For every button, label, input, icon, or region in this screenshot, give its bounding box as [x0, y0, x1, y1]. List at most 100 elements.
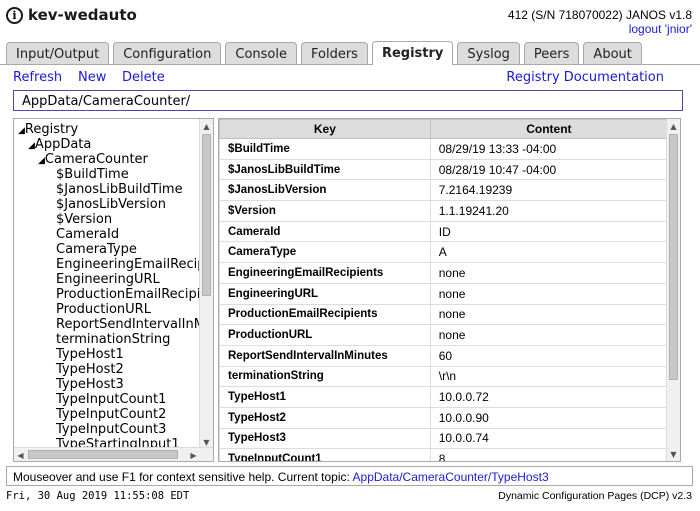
table-row[interactable]: ProductionEmailRecipients none: [219, 303, 669, 326]
table-row[interactable]: $BuildTime 08/29/19 13:33 -04:00: [219, 138, 669, 160]
tree-vertical-scrollbar[interactable]: ▲ ▼: [199, 119, 213, 449]
row-key[interactable]: $Version: [219, 200, 431, 222]
row-content[interactable]: 08/28/19 10:47 -04:00: [429, 158, 669, 181]
row-content[interactable]: 1.1.19241.20: [429, 200, 669, 222]
row-content[interactable]: 10.0.0.90: [429, 406, 669, 429]
new-button[interactable]: New: [78, 70, 106, 85]
row-key[interactable]: ProductionURL: [219, 324, 431, 346]
scroll-thumb[interactable]: [202, 134, 211, 296]
row-key[interactable]: TypeInputCount1: [219, 448, 431, 461]
tree-horizontal-scrollbar[interactable]: ◀ ▶: [14, 447, 213, 461]
delete-button[interactable]: Delete: [122, 70, 165, 85]
tab-configuration[interactable]: Configuration: [113, 42, 222, 65]
scroll-up-arrow-icon[interactable]: ▲: [667, 119, 680, 133]
row-content[interactable]: \r\n: [429, 365, 669, 388]
scroll-thumb[interactable]: [669, 134, 678, 380]
row-content[interactable]: ID: [429, 220, 669, 243]
tree-item[interactable]: ReportSendIntervalInMi: [56, 317, 209, 332]
table-row[interactable]: $JanosLibBuildTime 08/28/19 10:47 -04:00: [219, 158, 669, 181]
row-key[interactable]: terminationString: [219, 365, 431, 388]
tab-peers[interactable]: Peers: [523, 42, 580, 65]
scroll-up-arrow-icon[interactable]: ▲: [200, 119, 213, 133]
expanded-triangle-icon[interactable]: ◢: [28, 141, 35, 151]
table-row[interactable]: terminationString \r\n: [219, 365, 669, 388]
tab-registry[interactable]: Registry: [371, 41, 454, 65]
row-content[interactable]: A: [429, 241, 669, 264]
table-row[interactable]: $Version 1.1.19241.20: [219, 200, 669, 222]
registry-tree[interactable]: ◢Registry ◢AppData ◢CameraCounter $BuildTim…: [13, 118, 214, 462]
expanded-triangle-icon[interactable]: ◢: [18, 126, 25, 136]
tab-syslog[interactable]: Syslog: [457, 42, 520, 65]
registry-documentation-link[interactable]: Registry Documentation: [506, 70, 664, 85]
tree-folder[interactable]: ◢CameraCounter: [38, 152, 148, 167]
tree-item[interactable]: TypeHost2: [56, 362, 124, 377]
row-key[interactable]: $BuildTime: [219, 138, 431, 160]
row-key[interactable]: TypeHost3: [219, 427, 431, 450]
tree-item[interactable]: TypeInputCount3: [56, 422, 166, 437]
tree-item[interactable]: TypeHost3: [56, 377, 124, 392]
tab-about[interactable]: About: [583, 42, 642, 65]
row-content[interactable]: 7.2164.19239: [429, 179, 669, 202]
tree-item[interactable]: TypeInputCount1: [56, 392, 166, 407]
refresh-button[interactable]: Refresh: [13, 70, 62, 85]
tree-item[interactable]: EngineeringEmailRecipie: [56, 257, 213, 272]
tab-folders[interactable]: Folders: [300, 42, 368, 65]
row-key[interactable]: $JanosLibVersion: [219, 179, 431, 202]
table-row[interactable]: CameraType A: [219, 241, 669, 264]
table-row[interactable]: TypeInputCount1 8: [219, 448, 669, 461]
tree-folder[interactable]: ◢AppData: [28, 137, 91, 152]
row-content[interactable]: 10.0.0.74: [429, 427, 669, 450]
tree-item[interactable]: TypeInputCount2: [56, 407, 166, 422]
table-row[interactable]: TypeHost1 10.0.0.72: [219, 386, 669, 408]
tree-item[interactable]: ProductionURL: [56, 302, 151, 317]
row-key[interactable]: ProductionEmailRecipients: [219, 303, 431, 326]
row-content[interactable]: 60: [429, 344, 669, 367]
table-row[interactable]: ReportSendIntervalInMinutes 60: [219, 344, 669, 367]
table-row[interactable]: ProductionURL none: [219, 324, 669, 346]
scroll-left-arrow-icon[interactable]: ◀: [14, 448, 27, 461]
tree-item[interactable]: CameraType: [56, 242, 137, 257]
row-key[interactable]: EngineeringEmailRecipients: [219, 262, 431, 284]
scroll-thumb[interactable]: [28, 450, 178, 459]
tree-item[interactable]: EngineeringURL: [56, 272, 160, 287]
row-key[interactable]: $JanosLibBuildTime: [219, 158, 431, 181]
row-key[interactable]: TypeHost1: [219, 386, 431, 408]
registry-path-input[interactable]: AppData/CameraCounter/: [13, 90, 683, 111]
tree-item[interactable]: $BuildTime: [56, 167, 129, 182]
tree-item[interactable]: $Version: [56, 212, 112, 227]
scroll-down-arrow-icon[interactable]: ▼: [667, 447, 680, 461]
row-content[interactable]: none: [429, 324, 669, 346]
table-row[interactable]: $JanosLibVersion 7.2164.19239: [219, 179, 669, 202]
row-content[interactable]: none: [429, 262, 669, 284]
tree-item[interactable]: terminationString: [56, 332, 170, 347]
row-content[interactable]: 8: [429, 448, 669, 461]
expanded-triangle-icon[interactable]: ◢: [38, 156, 45, 166]
tree-item[interactable]: TypeHost1: [56, 347, 124, 362]
tree-item[interactable]: $JanosLibBuildTime: [56, 182, 183, 197]
table-vertical-scrollbar[interactable]: ▲ ▼: [666, 119, 680, 461]
table-row[interactable]: EngineeringEmailRecipients none: [219, 262, 669, 284]
row-content[interactable]: 10.0.0.72: [429, 386, 669, 408]
table-row[interactable]: EngineeringURL none: [219, 282, 669, 305]
row-key[interactable]: CameraType: [219, 241, 431, 264]
tree-folder[interactable]: ◢Registry: [18, 122, 78, 137]
current-topic-link[interactable]: AppData/CameraCounter/TypeHost3: [353, 470, 549, 484]
table-row[interactable]: CameraId ID: [219, 220, 669, 243]
tree-item[interactable]: $JanosLibVersion: [56, 197, 166, 212]
row-content[interactable]: none: [429, 303, 669, 326]
row-key[interactable]: ReportSendIntervalInMinutes: [219, 344, 431, 367]
table-row[interactable]: TypeHost2 10.0.0.90: [219, 406, 669, 429]
tab-input-output[interactable]: Input/Output: [6, 42, 110, 65]
tab-console[interactable]: Console: [225, 42, 297, 65]
row-key[interactable]: CameraId: [219, 220, 431, 243]
row-content[interactable]: none: [429, 282, 669, 305]
row-key[interactable]: TypeHost2: [219, 406, 431, 429]
tree-item[interactable]: CameraId: [56, 227, 119, 242]
logout-link[interactable]: logout 'jnior': [629, 22, 692, 36]
row-content[interactable]: 08/29/19 13:33 -04:00: [429, 138, 669, 160]
row-key[interactable]: EngineeringURL: [219, 282, 431, 305]
scroll-right-arrow-icon[interactable]: ▶: [187, 448, 200, 461]
tree-item-label: terminationString: [56, 332, 171, 347]
table-row[interactable]: TypeHost3 10.0.0.74: [219, 427, 669, 450]
tree-item[interactable]: ProductionEmailRecipier: [56, 287, 213, 302]
